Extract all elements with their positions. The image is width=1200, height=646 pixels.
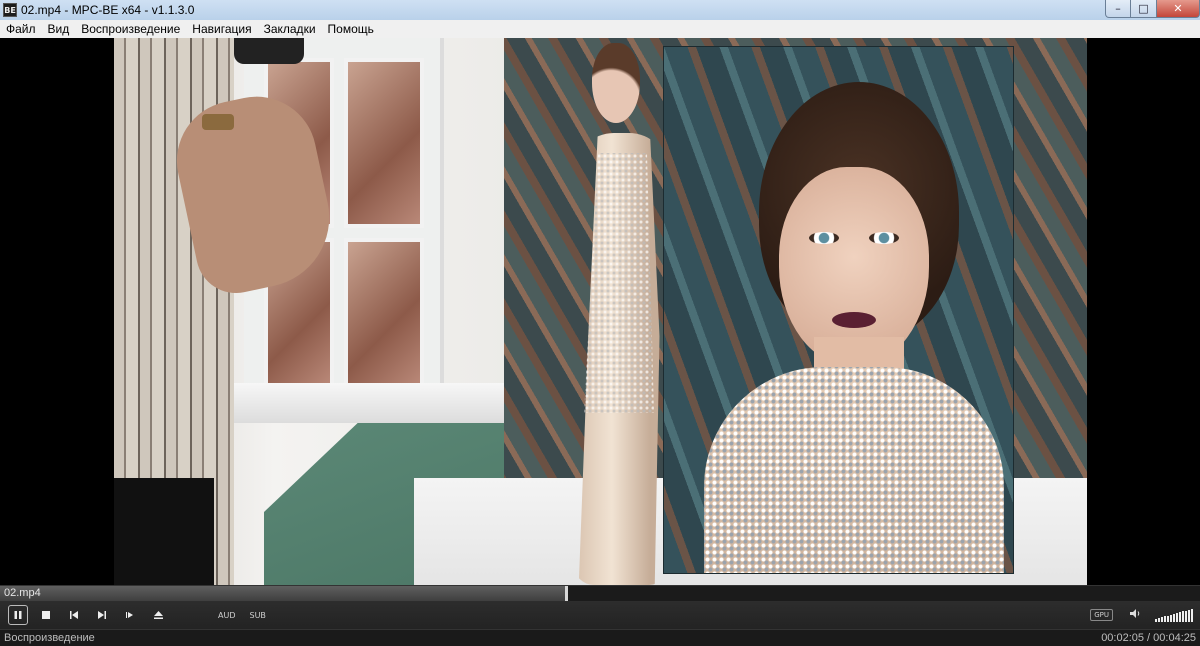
volume-bar	[1176, 613, 1178, 622]
volume-bar	[1182, 611, 1184, 622]
portrait-eye	[809, 232, 839, 244]
next-button[interactable]	[92, 605, 112, 625]
menu-navigate[interactable]: Навигация	[186, 22, 257, 36]
volume-bar	[1164, 616, 1166, 622]
photographer-camera	[234, 38, 304, 64]
window-pane	[344, 58, 424, 228]
volume-bar	[1185, 610, 1187, 622]
window-pane	[344, 238, 424, 388]
volume-slider[interactable]	[1155, 608, 1194, 622]
maximize-button[interactable]: □	[1131, 0, 1157, 18]
menu-help[interactable]: Помощь	[322, 22, 380, 36]
seek-thumb[interactable]	[565, 586, 569, 601]
subtitle-track-button[interactable]: SUB	[250, 611, 266, 620]
gpu-indicator[interactable]: GPU	[1090, 609, 1113, 621]
speaker-icon	[1130, 609, 1140, 618]
controls-bar: AUD SUB GPU	[0, 601, 1200, 629]
scene-model	[564, 43, 674, 585]
frame-step-button[interactable]	[120, 605, 140, 625]
window-title: 02.mp4 - MPC-BE x64 - v1.1.3.0	[21, 3, 195, 17]
pause-icon	[14, 611, 22, 619]
volume-bar	[1191, 608, 1193, 622]
menu-file[interactable]: Файл	[0, 22, 42, 36]
video-frame	[114, 38, 1087, 585]
model-sequins	[584, 153, 654, 413]
portrait-eye	[869, 232, 899, 244]
skip-previous-icon	[70, 611, 78, 619]
skip-next-icon	[98, 611, 106, 619]
video-area[interactable]	[0, 38, 1200, 585]
eject-icon	[153, 611, 163, 619]
volume-bar	[1161, 617, 1163, 622]
seek-file-name: 02.mp4	[4, 587, 41, 599]
stop-button[interactable]	[36, 605, 56, 625]
playback-status: Воспроизведение	[4, 632, 95, 644]
menu-play[interactable]: Воспроизведение	[75, 22, 186, 36]
stop-icon	[42, 611, 50, 619]
volume-bar	[1188, 609, 1190, 622]
volume-bar	[1170, 614, 1172, 622]
frame-step-icon	[126, 612, 133, 618]
close-button[interactable]: ✕	[1157, 0, 1200, 18]
seek-bar[interactable]: 02.mp4	[0, 585, 1200, 601]
portrait-dress	[704, 367, 1004, 573]
app-icon[interactable]: BE	[3, 3, 17, 17]
model-head	[592, 43, 640, 123]
pause-button[interactable]	[8, 605, 28, 625]
window-controls: – □ ✕	[1105, 0, 1200, 18]
title-bar: BE 02.mp4 - MPC-BE x64 - v1.1.3.0 – □ ✕	[0, 0, 1200, 20]
previous-button[interactable]	[64, 605, 84, 625]
menu-bookmarks[interactable]: Закладки	[258, 22, 322, 36]
mute-button[interactable]	[1129, 608, 1141, 622]
menu-bar: Файл Вид Воспроизведение Навигация Закла…	[0, 20, 1200, 38]
volume-bar	[1173, 613, 1175, 622]
menu-view[interactable]: Вид	[42, 22, 76, 36]
status-bar: Воспроизведение 00:02:05 / 00:04:25	[0, 629, 1200, 646]
photographer-legs	[114, 478, 214, 585]
seek-progress	[0, 586, 567, 601]
volume-bar	[1179, 612, 1181, 622]
volume-bar	[1167, 615, 1169, 622]
photographer-watch	[202, 114, 234, 130]
portrait-lips	[832, 312, 876, 328]
minimize-button[interactable]: –	[1105, 0, 1131, 18]
eject-button[interactable]	[148, 605, 168, 625]
time-display[interactable]: 00:02:05 / 00:04:25	[1101, 632, 1196, 644]
volume-bar	[1158, 618, 1160, 622]
portrait-overlay	[663, 46, 1014, 574]
audio-track-button[interactable]: AUD	[218, 611, 236, 620]
volume-bar	[1155, 619, 1157, 622]
